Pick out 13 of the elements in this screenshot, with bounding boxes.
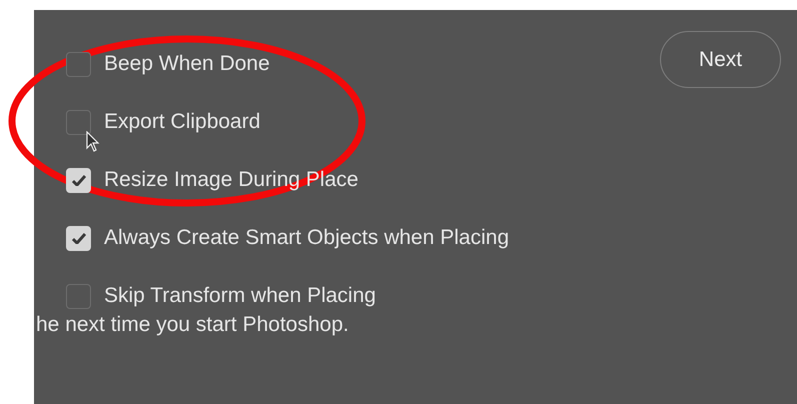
checkbox-label: Resize Image During Place xyxy=(104,168,358,192)
checkbox[interactable] xyxy=(66,52,91,76)
checkmark-icon xyxy=(72,232,86,244)
checkbox-label: Always Create Smart Objects when Placing xyxy=(104,226,509,250)
next-button[interactable]: Next xyxy=(660,31,781,88)
checkmark-icon xyxy=(72,174,86,186)
checkbox-label: Skip Transform when Placing xyxy=(104,284,376,308)
checkbox-label: Export Clipboard xyxy=(104,110,260,134)
cursor-icon xyxy=(86,131,100,153)
checkbox-label: Beep When Done xyxy=(104,52,270,76)
checkbox[interactable] xyxy=(66,110,91,134)
restart-note: he next time you start Photoshop. xyxy=(35,312,350,338)
checkbox[interactable] xyxy=(66,284,91,308)
